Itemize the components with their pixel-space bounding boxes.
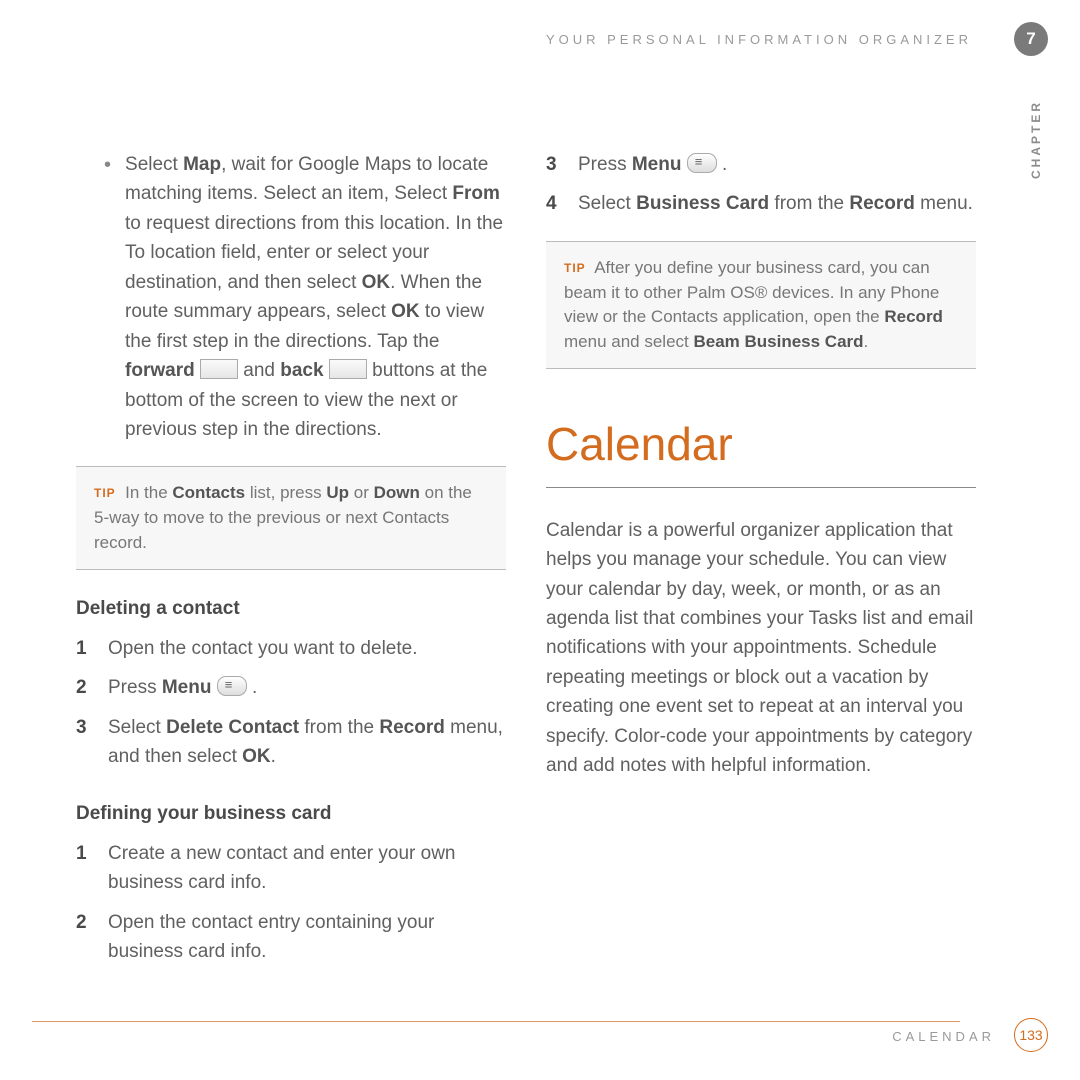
- text: list, press: [245, 483, 326, 502]
- bold-record: Record: [379, 717, 444, 738]
- delete-contact-steps: 1 Open the contact you want to delete. 2…: [76, 634, 506, 772]
- text: Select: [578, 193, 636, 214]
- text: In the: [125, 483, 172, 502]
- left-column: • Select Map, wait for Google Maps to lo…: [76, 150, 506, 977]
- tip-label: TIP: [564, 261, 586, 275]
- bold-back: back: [280, 360, 323, 381]
- step: 3 Select Delete Contact from the Record …: [76, 713, 506, 772]
- bold-map: Map: [183, 154, 221, 175]
- business-card-steps-cont: 3 Press Menu . 4 Select Business Card fr…: [546, 150, 976, 219]
- bold-ok-1: OK: [362, 272, 391, 293]
- heading-deleting-contact: Deleting a contact: [76, 594, 506, 623]
- step: 2 Open the contact entry containing your…: [76, 908, 506, 967]
- step: 4 Select Business Card from the Record m…: [546, 189, 976, 218]
- right-column: 3 Press Menu . 4 Select Business Card fr…: [546, 150, 976, 977]
- text: .: [247, 677, 258, 698]
- step-number: 3: [76, 713, 94, 772]
- bold-business-card: Business Card: [636, 193, 769, 214]
- footer-section-label: CALENDAR: [892, 1029, 995, 1044]
- text: .: [864, 332, 869, 351]
- bold-from: From: [452, 183, 500, 204]
- business-card-steps: 1 Create a new contact and enter your ow…: [76, 839, 506, 967]
- step-number: 1: [76, 839, 94, 898]
- step-number: 4: [546, 189, 564, 218]
- text: from the: [769, 193, 849, 214]
- back-button-icon: [329, 359, 367, 379]
- tip-contacts-navigation: TIP In the Contacts list, press Up or Do…: [76, 466, 506, 570]
- bold-delete-contact: Delete Contact: [166, 717, 299, 738]
- step-text: Open the contact entry containing your b…: [108, 908, 506, 967]
- bold-record: Record: [884, 307, 943, 326]
- text: menu.: [915, 193, 973, 214]
- text: from the: [299, 717, 379, 738]
- step-number: 1: [76, 634, 94, 663]
- forward-button-icon: [200, 359, 238, 379]
- bold-record: Record: [849, 193, 914, 214]
- bold-down: Down: [374, 483, 420, 502]
- bold-menu: Menu: [162, 677, 212, 698]
- step-number: 2: [76, 908, 94, 967]
- step-text: Create a new contact and enter your own …: [108, 839, 506, 898]
- text: menu and select: [564, 332, 693, 351]
- chapter-side-label: CHAPTER: [1029, 100, 1043, 179]
- bullet-dot-icon: •: [104, 150, 111, 444]
- text: .: [271, 746, 276, 767]
- bold-contacts: Contacts: [172, 483, 245, 502]
- tip-beam-business-card: TIP After you define your business card,…: [546, 241, 976, 370]
- bold-menu: Menu: [632, 154, 682, 175]
- step-text: Select Delete Contact from the Record me…: [108, 713, 506, 772]
- bold-beam-business-card: Beam Business Card: [693, 332, 863, 351]
- page-number: 133: [1014, 1018, 1048, 1052]
- section-heading-calendar: Calendar: [546, 409, 976, 487]
- step-number: 2: [76, 673, 94, 702]
- step: 2 Press Menu .: [76, 673, 506, 702]
- step-number: 3: [546, 150, 564, 179]
- bold-ok: OK: [242, 746, 271, 767]
- text: .: [717, 154, 728, 175]
- text: Press: [578, 154, 632, 175]
- step-text: Open the contact you want to delete.: [108, 634, 417, 663]
- chapter-badge: 7: [1014, 22, 1048, 56]
- page: YOUR PERSONAL INFORMATION ORGANIZER 7 CH…: [0, 0, 1080, 1080]
- bold-forward: forward: [125, 360, 195, 381]
- step-text: Press Menu .: [578, 150, 727, 179]
- step: 1 Create a new contact and enter your ow…: [76, 839, 506, 898]
- step-text: Press Menu .: [108, 673, 257, 702]
- content-columns: • Select Map, wait for Google Maps to lo…: [76, 150, 1006, 977]
- calendar-intro-paragraph: Calendar is a powerful organizer applica…: [546, 516, 976, 781]
- text: Select: [108, 717, 166, 738]
- bold-up: Up: [326, 483, 349, 502]
- map-directions-text: Select Map, wait for Google Maps to loca…: [125, 150, 506, 444]
- menu-key-icon: [687, 153, 717, 173]
- text: and: [238, 360, 280, 381]
- bold-ok-2: OK: [391, 301, 420, 322]
- menu-key-icon: [217, 676, 247, 696]
- heading-business-card: Defining your business card: [76, 799, 506, 828]
- step-text: Select Business Card from the Record men…: [578, 189, 973, 218]
- step: 3 Press Menu .: [546, 150, 976, 179]
- step: 1 Open the contact you want to delete.: [76, 634, 506, 663]
- text: Select: [125, 154, 183, 175]
- running-header: YOUR PERSONAL INFORMATION ORGANIZER: [546, 32, 1002, 47]
- tip-label: TIP: [94, 486, 116, 500]
- text: Press: [108, 677, 162, 698]
- text: or: [349, 483, 374, 502]
- map-directions-bullet: • Select Map, wait for Google Maps to lo…: [76, 150, 506, 444]
- footer-rule: [32, 1021, 960, 1022]
